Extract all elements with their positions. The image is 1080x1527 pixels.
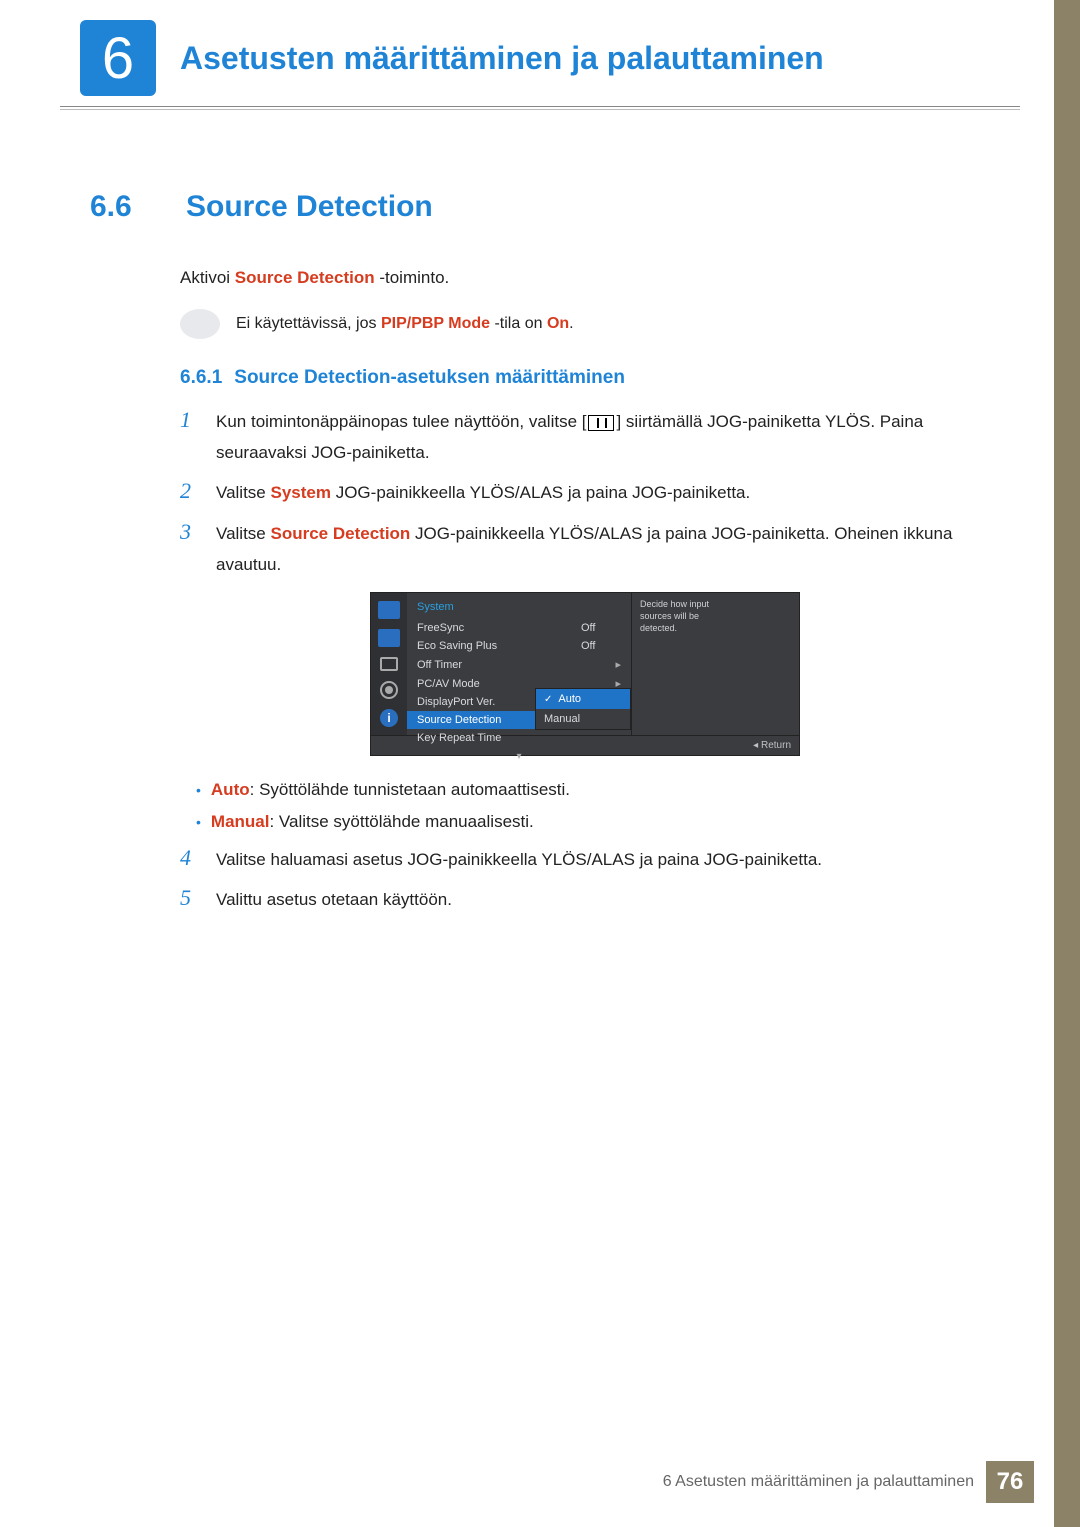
onscreen-icon	[380, 657, 398, 671]
page-footer: 6 Asetusten määrittäminen ja palauttamin…	[663, 1461, 1034, 1503]
osd-description: Decide how input sources will be detecte…	[631, 593, 731, 735]
option-bullets: Auto: Syöttölähde tunnistetaan automaatt…	[196, 774, 990, 839]
step-2-kw: System	[271, 483, 331, 502]
menu-icon	[588, 415, 614, 431]
down-arrow-icon: ▾	[407, 751, 631, 762]
osd-screenshot: i System FreeSync Off Eco Saving Plus Of…	[180, 592, 990, 756]
gear-icon	[380, 681, 398, 699]
bullet-manual-text: : Valitse syöttölähde manuaalisesti.	[269, 812, 533, 831]
intro-keyword: Source Detection	[235, 268, 375, 287]
osd-r2-value: Off	[581, 640, 621, 652]
osd-r2-label: Eco Saving Plus	[417, 640, 581, 652]
bullet-manual: Manual: Valitse syöttölähde manuaalisest…	[196, 806, 990, 838]
step-1: 1 Kun toimintonäppäinopas tulee näyttöön…	[180, 407, 990, 468]
osd-r7-label: Key Repeat Time	[417, 732, 621, 744]
step-4: 4 Valitse haluamasi asetus JOG-painikkee…	[180, 845, 990, 876]
bullet-auto-kw: Auto	[211, 780, 250, 799]
chevron-right-icon: ▸	[601, 658, 621, 671]
subsection-heading: 6.6.1 Source Detection-asetuksen määritt…	[180, 367, 990, 389]
step-4-num: 4	[180, 845, 198, 876]
osd-submenu: ✓ Auto Manual	[535, 688, 631, 730]
intro-suffix: -toiminto.	[375, 268, 450, 287]
step-2a: Valitse	[216, 483, 271, 502]
step-1a: Kun toimintonäppäinopas tulee näyttöön, …	[216, 412, 586, 431]
osd-row-keyrepeat: Key Repeat Time	[407, 729, 631, 747]
step-2-num: 2	[180, 478, 198, 509]
osd-sidebar: i	[371, 593, 407, 735]
step-list: 1 Kun toimintonäppäinopas tulee näyttöön…	[180, 407, 990, 580]
intro-prefix: Aktivoi	[180, 268, 235, 287]
note-mid: -tila on	[490, 315, 547, 332]
picture-icon	[378, 601, 400, 619]
divider-top-2	[60, 109, 1020, 110]
bullet-auto-text: : Syöttölähde tunnistetaan automaattises…	[250, 780, 570, 799]
osd-row-eco: Eco Saving Plus Off	[407, 637, 631, 655]
step-list-cont: 4 Valitse haluamasi asetus JOG-painikkee…	[180, 845, 990, 916]
section-number: 6.6	[90, 190, 162, 224]
footer-text: 6 Asetusten määrittäminen ja palauttamin…	[663, 1473, 986, 1491]
osd-sub-manual-label: Manual	[544, 713, 580, 725]
osd-sub-auto: ✓ Auto	[536, 689, 630, 709]
step-5-num: 5	[180, 885, 198, 916]
subsection-number: 6.6.1	[180, 367, 222, 389]
osd-row-offtimer: Off Timer ▸	[407, 655, 631, 674]
divider-top-1	[60, 106, 1020, 107]
osd-title: System	[407, 599, 631, 619]
chapter-number-box: 6	[80, 20, 156, 96]
osd-row-freesync: FreeSync Off	[407, 619, 631, 637]
chapter-header: 6 Asetusten määrittäminen ja palauttamin…	[0, 0, 1080, 96]
osd-sub-manual: Manual	[536, 709, 630, 729]
section-title: Source Detection	[186, 190, 433, 224]
note-icon	[180, 309, 220, 339]
bullet-manual-kw: Manual	[211, 812, 270, 831]
step-2: 2 Valitse System JOG-painikkeella YLÖS/A…	[180, 478, 990, 509]
note-row: Ei käytettävissä, jos PIP/PBP Mode -tila…	[180, 309, 990, 339]
note-kw2: On	[547, 315, 569, 332]
osd-r1-value: Off	[581, 622, 621, 634]
info-icon: i	[380, 709, 398, 727]
chapter-title: Asetusten määrittäminen ja palauttaminen	[180, 40, 824, 77]
osd-main-list: System FreeSync Off Eco Saving Plus Off …	[407, 593, 631, 768]
step-4-body: Valitse haluamasi asetus JOG-painikkeell…	[216, 845, 822, 876]
intro-paragraph: Aktivoi Source Detection -toiminto.	[180, 264, 990, 291]
section-heading: 6.6 Source Detection	[90, 190, 990, 224]
step-3a: Valitse	[216, 524, 271, 543]
step-5: 5 Valittu asetus otetaan käyttöön.	[180, 885, 990, 916]
step-2b: JOG-painikkeella YLÖS/ALAS ja paina JOG-…	[331, 483, 750, 502]
step-3-kw: Source Detection	[271, 524, 411, 543]
osd-r3-label: Off Timer	[417, 659, 601, 671]
step-1-num: 1	[180, 407, 198, 468]
osd-sub-auto-label: Auto	[558, 693, 581, 705]
check-icon: ✓	[544, 694, 552, 705]
osd-return-label: Return	[761, 740, 791, 751]
right-edge-stripe	[1054, 0, 1080, 1527]
note-prefix: Ei käytettävissä, jos	[236, 315, 381, 332]
osd-r1-label: FreeSync	[417, 622, 581, 634]
bullet-auto: Auto: Syöttölähde tunnistetaan automaatt…	[196, 774, 990, 806]
page-number: 76	[986, 1461, 1034, 1503]
subsection-title: Source Detection-asetuksen määrittäminen	[234, 367, 625, 389]
step-3-num: 3	[180, 519, 198, 580]
step-3: 3 Valitse Source Detection JOG-painikkee…	[180, 519, 990, 580]
pip-icon	[378, 629, 400, 647]
note-suffix: .	[569, 315, 573, 332]
step-5-body: Valittu asetus otetaan käyttöön.	[216, 885, 452, 916]
note-kw1: PIP/PBP Mode	[381, 315, 490, 332]
